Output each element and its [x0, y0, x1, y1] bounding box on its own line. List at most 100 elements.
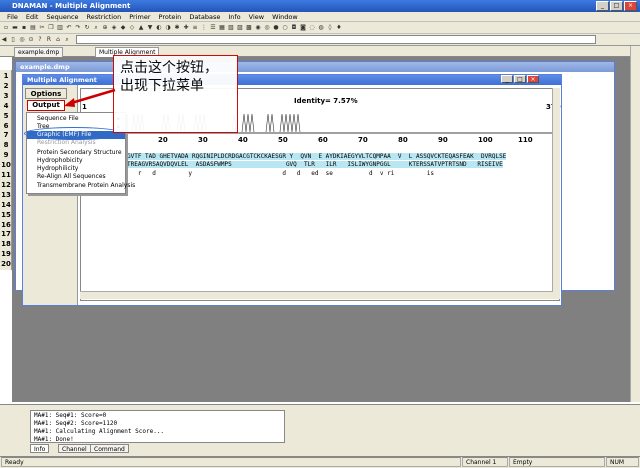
- tool-w-icon[interactable]: ◌: [308, 24, 316, 32]
- tool-d-icon[interactable]: ▲: [137, 24, 145, 32]
- tool-v-icon[interactable]: ◙: [299, 24, 307, 32]
- tab-channel[interactable]: Channel: [58, 444, 91, 453]
- close-button[interactable]: ×: [624, 1, 637, 11]
- output-dropdown-menu: Sequence File▶ Tree▶ Graphic (EMF) File …: [26, 112, 135, 194]
- annotation-callout: 点击这个按钮， 出现下拉菜单: [113, 55, 238, 133]
- status-num-text: NUM: [610, 459, 625, 466]
- tool-p-icon[interactable]: ▩: [245, 24, 253, 32]
- tool-o-icon[interactable]: ▨: [236, 24, 244, 32]
- menu-transmembrane[interactable]: Transmembrane Protein Analysis: [27, 182, 135, 190]
- nav-web2-icon[interactable]: ⊙: [27, 36, 35, 44]
- nav-help-icon[interactable]: ?: [36, 36, 44, 44]
- tool-c-icon[interactable]: ◇: [128, 24, 136, 32]
- tool-y-icon[interactable]: ◊: [326, 24, 334, 32]
- line-number: 13: [1, 190, 11, 199]
- menu-transmembrane-label: Transmembrane Protein Analysis: [37, 182, 136, 189]
- address-input[interactable]: [76, 35, 596, 44]
- menu-protein-secondary[interactable]: Protein Secondary Structure: [27, 149, 125, 157]
- menu-info[interactable]: Info: [224, 12, 244, 21]
- nav-url-icon[interactable]: ⌂: [54, 36, 62, 44]
- tab-info[interactable]: Info: [30, 444, 50, 453]
- ruler-tick-label: 40: [238, 136, 248, 144]
- status-ready: Ready: [1, 457, 461, 467]
- refresh-icon[interactable]: ↻: [83, 24, 91, 32]
- tool-x-icon[interactable]: ◍: [317, 24, 325, 32]
- undo-icon[interactable]: ↶: [65, 24, 73, 32]
- alignment-maximize-button[interactable]: □: [514, 75, 526, 83]
- menu-window[interactable]: Window: [268, 12, 302, 21]
- menu-sequence-file[interactable]: Sequence File▶: [27, 115, 125, 123]
- tool-f-icon[interactable]: ◐: [155, 24, 163, 32]
- menu-realign[interactable]: Re-Align All Sequences: [27, 173, 125, 181]
- tab-info-label: Info: [34, 446, 46, 453]
- alignment-close-button[interactable]: ×: [527, 75, 539, 83]
- nav-left-icon[interactable]: ◀: [0, 36, 8, 44]
- redo-icon[interactable]: ↷: [74, 24, 82, 32]
- ruler-tick-label: 60: [318, 136, 328, 144]
- sequence-2: TREAGVRSAQVDQVLEL ASDASFWMPS GVQ TLR ILR…: [127, 161, 503, 168]
- paste-icon[interactable]: ▥: [56, 24, 64, 32]
- ruler-tick-label: 20: [158, 136, 168, 144]
- line-number: 3: [3, 91, 9, 100]
- open-folder-icon[interactable]: ▬: [11, 24, 19, 32]
- menu-view[interactable]: View: [245, 12, 268, 21]
- tab-command[interactable]: Command: [90, 444, 129, 453]
- nav-web-icon[interactable]: ◎: [18, 36, 26, 44]
- menu-hydrophilicity-label: Hydrophilicity: [37, 165, 79, 172]
- tool-z-icon[interactable]: ♦: [335, 24, 343, 32]
- status-empty: Empty: [509, 457, 605, 467]
- alignment-window-title: Multiple Alignment: [23, 75, 561, 85]
- ruler-tick-label: 90: [438, 136, 448, 144]
- menu-protein-secondary-label: Protein Secondary Structure: [37, 149, 122, 156]
- horizontal-scrollbar[interactable]: [80, 291, 560, 299]
- tool-r-icon[interactable]: ◎: [263, 24, 271, 32]
- tool-k-icon[interactable]: ⋮: [200, 24, 208, 32]
- tool-m-icon[interactable]: ▦: [218, 24, 226, 32]
- menu-edit[interactable]: Edit: [22, 12, 43, 21]
- tool-l-icon[interactable]: ☰: [209, 24, 217, 32]
- tool-e-icon[interactable]: ▼: [146, 24, 154, 32]
- menu-hydrophilicity[interactable]: Hydrophilicity: [27, 165, 125, 173]
- tab-example[interactable]: example.dmp: [14, 47, 64, 57]
- copy-icon[interactable]: ❐: [47, 24, 55, 32]
- alignment-minimize-button[interactable]: _: [501, 75, 513, 83]
- tool-h-icon[interactable]: ✱: [173, 24, 181, 32]
- tab-example-label: example.dmp: [18, 49, 60, 56]
- zoom-icon[interactable]: ⊕: [101, 24, 109, 32]
- save-icon[interactable]: ▪: [20, 24, 28, 32]
- maximize-button[interactable]: □: [610, 1, 623, 11]
- tool-n-icon[interactable]: ▧: [227, 24, 235, 32]
- menu-file[interactable]: File: [3, 12, 22, 21]
- minimize-button[interactable]: _: [596, 1, 609, 11]
- nav-r-icon[interactable]: R: [45, 36, 53, 44]
- print-icon[interactable]: ▤: [29, 24, 37, 32]
- nav-search-icon[interactable]: ⌕: [63, 36, 71, 44]
- menu-hydrophobicity[interactable]: Hydrophobicity: [27, 157, 125, 165]
- line-number: 2: [3, 81, 9, 90]
- line-number: 8: [3, 141, 9, 150]
- nav-doc-icon[interactable]: ▯: [9, 36, 17, 44]
- ruler-tick-label: 50: [278, 136, 288, 144]
- tool-j-icon[interactable]: ≡: [191, 24, 199, 32]
- main-vertical-scrollbar[interactable]: [630, 46, 640, 402]
- tool-u-icon[interactable]: ◘: [290, 24, 298, 32]
- menu-primer[interactable]: Primer: [125, 12, 154, 21]
- tool-q-icon[interactable]: ◉: [254, 24, 262, 32]
- vertical-scrollbar[interactable]: [552, 88, 560, 292]
- line-number: 20: [1, 260, 11, 269]
- new-file-icon[interactable]: ▫: [2, 24, 10, 32]
- menu-database[interactable]: Database: [185, 12, 224, 21]
- menu-restriction-analysis[interactable]: Restriction Analysis: [27, 139, 125, 147]
- menu-protein[interactable]: Protein: [155, 12, 186, 21]
- tool-i-icon[interactable]: ✚: [182, 24, 190, 32]
- example-window-title: example.dmp: [16, 62, 614, 72]
- cut-icon[interactable]: ✂: [38, 24, 46, 32]
- tool-s-icon[interactable]: ●: [272, 24, 280, 32]
- menu-sequence[interactable]: Sequence: [42, 12, 82, 21]
- tool-g-icon[interactable]: ◑: [164, 24, 172, 32]
- tool-a-icon[interactable]: ◈: [110, 24, 118, 32]
- menu-restriction[interactable]: Restriction: [83, 12, 126, 21]
- find-icon[interactable]: ⌕: [92, 24, 100, 32]
- tool-b-icon[interactable]: ◆: [119, 24, 127, 32]
- tool-t-icon[interactable]: ○: [281, 24, 289, 32]
